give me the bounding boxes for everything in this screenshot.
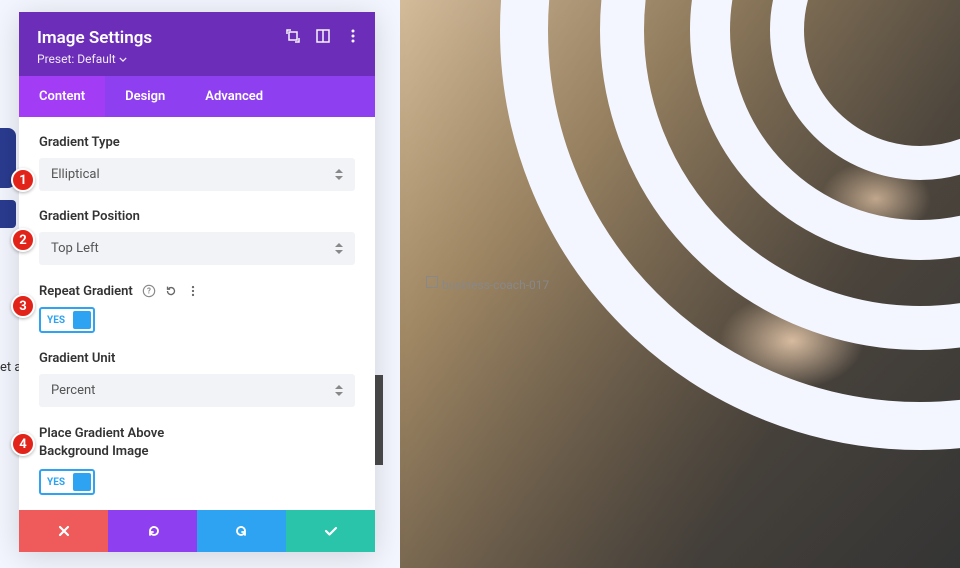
annotation-marker-3: 3	[11, 294, 35, 318]
undo-button[interactable]	[108, 510, 197, 552]
annotation-marker-2: 2	[11, 228, 35, 252]
field-label: Gradient Unit	[39, 351, 355, 366]
field-gradient-position: Gradient Position Top Left	[39, 209, 355, 265]
tab-advanced[interactable]: Advanced	[185, 76, 283, 117]
panel-body: Gradient Type Elliptical Gradient Positi…	[19, 117, 375, 510]
field-place-above: Place Gradient Above Background Image YE…	[39, 425, 355, 495]
field-label: Gradient Type	[39, 135, 355, 150]
redo-icon	[234, 523, 250, 539]
field-repeat-gradient: Repeat Gradient ? YES	[39, 283, 355, 333]
gradient-position-select[interactable]: Top Left	[39, 232, 355, 265]
field-gradient-type: Gradient Type Elliptical	[39, 135, 355, 191]
field-label: Place Gradient Above Background Image	[39, 425, 199, 461]
kebab-menu-icon[interactable]	[345, 28, 361, 44]
page-divider	[375, 375, 383, 465]
gradient-unit-select[interactable]: Percent	[39, 374, 355, 407]
field-label: Gradient Position	[39, 209, 355, 224]
check-icon	[323, 523, 339, 539]
panel-header: Image Settings Preset: Default	[19, 12, 375, 76]
redo-button[interactable]	[197, 510, 286, 552]
tab-content[interactable]: Content	[19, 76, 105, 117]
expand-icon[interactable]	[285, 28, 301, 44]
reset-icon[interactable]	[163, 283, 179, 299]
annotation-marker-1: 1	[11, 168, 35, 192]
page-decoration	[0, 200, 16, 228]
place-above-toggle[interactable]: YES	[39, 469, 95, 495]
preset-dropdown[interactable]: Preset: Default	[37, 52, 357, 66]
module-name-label: business-coach-017	[442, 278, 549, 292]
close-icon	[56, 523, 72, 539]
module-outline[interactable]	[426, 276, 438, 288]
tabs: Content Design Advanced	[19, 76, 375, 117]
chevron-down-icon	[119, 57, 127, 62]
field-gradient-unit: Gradient Unit Percent	[39, 351, 355, 407]
cancel-button[interactable]	[19, 510, 108, 552]
tab-design[interactable]: Design	[105, 76, 185, 117]
field-label: Repeat Gradient ?	[39, 283, 355, 299]
panel-footer	[19, 510, 375, 552]
repeat-gradient-toggle[interactable]: YES	[39, 307, 95, 333]
annotation-marker-4: 4	[11, 432, 35, 456]
kebab-menu-icon[interactable]	[185, 283, 201, 299]
columns-icon[interactable]	[315, 28, 331, 44]
svg-text:?: ?	[147, 287, 151, 296]
undo-icon	[145, 523, 161, 539]
gradient-type-select[interactable]: Elliptical	[39, 158, 355, 191]
settings-panel: Image Settings Preset: Default Content D…	[19, 12, 375, 552]
save-button[interactable]	[286, 510, 375, 552]
help-icon[interactable]: ?	[141, 283, 157, 299]
